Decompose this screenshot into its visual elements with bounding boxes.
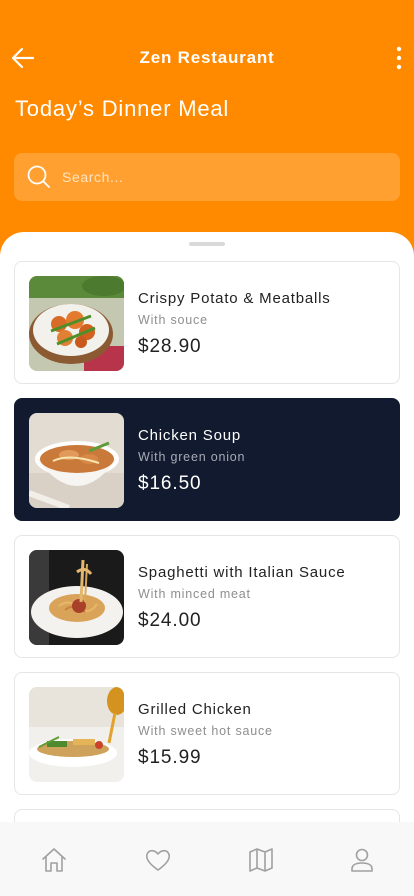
item-subtitle: With souce	[138, 313, 208, 327]
header: Zen Restaurant Today’s Dinner Meal	[0, 0, 414, 260]
page-title: Today’s Dinner Meal	[15, 96, 230, 121]
top-bar: Zen Restaurant	[0, 40, 414, 76]
food-image	[29, 413, 124, 508]
user-icon[interactable]	[348, 846, 376, 874]
menu-item-spaghetti-italian-sauce[interactable]: Spaghetti with Italian Sauce With minced…	[14, 535, 400, 658]
item-subtitle: With minced meat	[138, 587, 251, 601]
app-title: Zen Restaurant	[139, 48, 275, 67]
search-bar[interactable]	[14, 153, 400, 201]
item-price: $15.99	[138, 747, 202, 768]
more-vertical-icon[interactable]	[392, 46, 406, 70]
menu-item-grilled-chicken[interactable]: Grilled Chicken With sweet hot sauce $15…	[14, 672, 400, 795]
item-name: Chicken Soup	[138, 427, 241, 444]
sheet-handle[interactable]	[189, 242, 225, 246]
home-icon[interactable]	[40, 846, 68, 874]
menu-item-crispy-potato-meatballs[interactable]: Crispy Potato & Meatballs With souce $28…	[14, 261, 400, 384]
bottom-tab-bar	[0, 822, 414, 896]
item-name: Crispy Potato & Meatballs	[138, 290, 331, 307]
food-image	[29, 687, 124, 782]
item-subtitle: With sweet hot sauce	[138, 724, 273, 738]
food-image	[29, 550, 124, 645]
search-input[interactable]	[62, 153, 382, 201]
item-name: Grilled Chicken	[138, 701, 252, 718]
menu-item-chicken-soup[interactable]: Chicken Soup With green onion $16.50	[14, 398, 400, 521]
search-icon	[27, 165, 50, 188]
food-image	[29, 276, 124, 371]
heart-icon[interactable]	[144, 846, 172, 874]
item-subtitle: With green onion	[138, 450, 246, 464]
menu-sheet: Crispy Potato & Meatballs With souce $28…	[0, 232, 414, 896]
item-name: Spaghetti with Italian Sauce	[138, 564, 346, 581]
item-price: $24.00	[138, 610, 202, 631]
item-price: $28.90	[138, 336, 202, 357]
item-price: $16.50	[138, 473, 202, 494]
map-icon[interactable]	[247, 846, 275, 874]
